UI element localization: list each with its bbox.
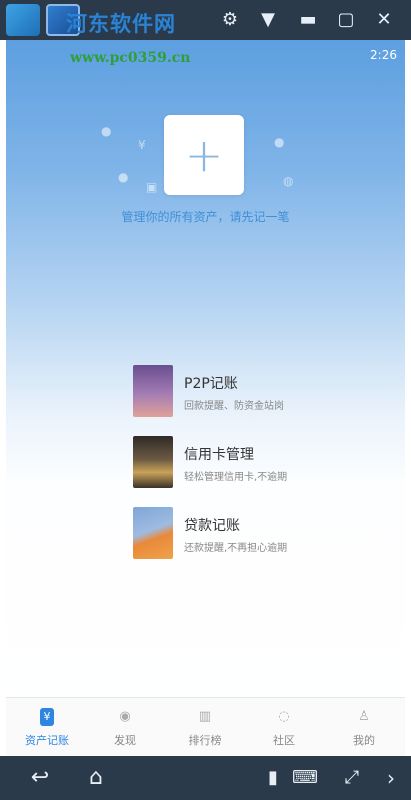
user-icon: ♙ — [358, 709, 370, 724]
app-logo-icon — [6, 4, 40, 36]
back-icon[interactable]: ↩ — [20, 764, 60, 792]
menu-icon[interactable]: ▼ — [256, 8, 280, 32]
chat-bubble-icon: ◌ — [278, 709, 290, 724]
feature-subtitle: 回款提醒、防资金站岗 — [184, 401, 284, 412]
status-time: 2:26 — [370, 48, 397, 62]
tab-community[interactable]: ◌ 社区 — [245, 698, 323, 756]
plus-icon: + — [184, 128, 224, 182]
add-record-button[interactable]: + — [164, 115, 244, 195]
bag-deco-icon: ◍ — [283, 174, 294, 188]
tab-label: 排行榜 — [188, 734, 222, 747]
bottom-tab-bar: ¥ 资产记账 ◉ 发现 ▥ 排行榜 ◌ 社区 ♙ 我的 — [6, 697, 405, 756]
emulator-frame: 河东软件网 ⚙ ▼ ▬ ▢ ✕ 2:26 ● ¥ ▣ ● ◍ ● + 管理你的所… — [0, 0, 411, 800]
tab-label: 社区 — [273, 734, 295, 747]
feature-title: 信用卡管理 — [184, 447, 254, 463]
yen-deco-icon: ¥ — [138, 138, 146, 152]
tab-label: 资产记账 — [25, 734, 69, 747]
phone-mode-icon[interactable]: ▮ — [262, 764, 284, 792]
minimize-icon[interactable]: ▬ — [296, 8, 320, 32]
dot-deco-icon: ● — [274, 135, 285, 149]
feature-subtitle: 还款提醒,不再担心逾期 — [184, 543, 288, 554]
coin-deco-icon: ● — [101, 124, 112, 138]
fullscreen-icon[interactable]: ⤢ — [338, 764, 366, 792]
home-icon[interactable]: ⌂ — [76, 764, 116, 792]
feature-credit-card[interactable]: 信用卡管理 轻松管理信用卡,不逾期 — [133, 436, 333, 490]
tab-label: 发现 — [114, 734, 136, 747]
emulator-navbar: ↩ ⌂ ▮ ⌨ ⤢ › — [0, 756, 411, 800]
chart-deco-icon: ● — [118, 170, 129, 184]
tab-me[interactable]: ♙ 我的 — [325, 698, 403, 756]
feature-title: P2P记账 — [184, 376, 238, 392]
credit-card-thumbnail — [133, 436, 173, 488]
bar-chart-icon: ▥ — [198, 709, 212, 724]
close-icon[interactable]: ✕ — [372, 8, 396, 32]
loan-thumbnail — [133, 507, 173, 559]
tab-label: 我的 — [353, 734, 375, 747]
yen-icon: ¥ — [40, 708, 54, 726]
compass-icon: ◉ — [119, 709, 131, 724]
emulator-titlebar: 河东软件网 ⚙ ▼ ▬ ▢ ✕ — [0, 0, 411, 40]
add-record-hint: 管理你的所有资产，请先记一笔 — [121, 210, 290, 224]
feature-loan[interactable]: 贷款记账 还款提醒,不再担心逾期 — [133, 507, 333, 561]
keyboard-icon[interactable]: ⌨ — [288, 764, 322, 792]
chevron-right-icon[interactable]: › — [380, 764, 402, 792]
feature-p2p[interactable]: P2P记账 回款提醒、防资金站岗 — [133, 365, 333, 419]
tab-discover[interactable]: ◉ 发现 — [86, 698, 164, 756]
tab-ranking[interactable]: ▥ 排行榜 — [166, 698, 244, 756]
wallet-deco-icon: ▣ — [146, 180, 158, 194]
maximize-icon[interactable]: ▢ — [334, 8, 358, 32]
gear-icon[interactable]: ⚙ — [218, 8, 242, 32]
phone-screen: 2:26 ● ¥ ▣ ● ◍ ● + 管理你的所有资产，请先记一笔 P2P记账 … — [6, 40, 405, 756]
feature-subtitle: 轻松管理信用卡,不逾期 — [184, 472, 288, 483]
tab-assets[interactable]: ¥ 资产记账 — [8, 698, 86, 756]
watermark-title: 河东软件网 — [66, 11, 176, 36]
feature-title: 贷款记账 — [184, 518, 240, 534]
watermark-url: www.pc0359.cn — [70, 50, 191, 66]
p2p-thumbnail — [133, 365, 173, 417]
